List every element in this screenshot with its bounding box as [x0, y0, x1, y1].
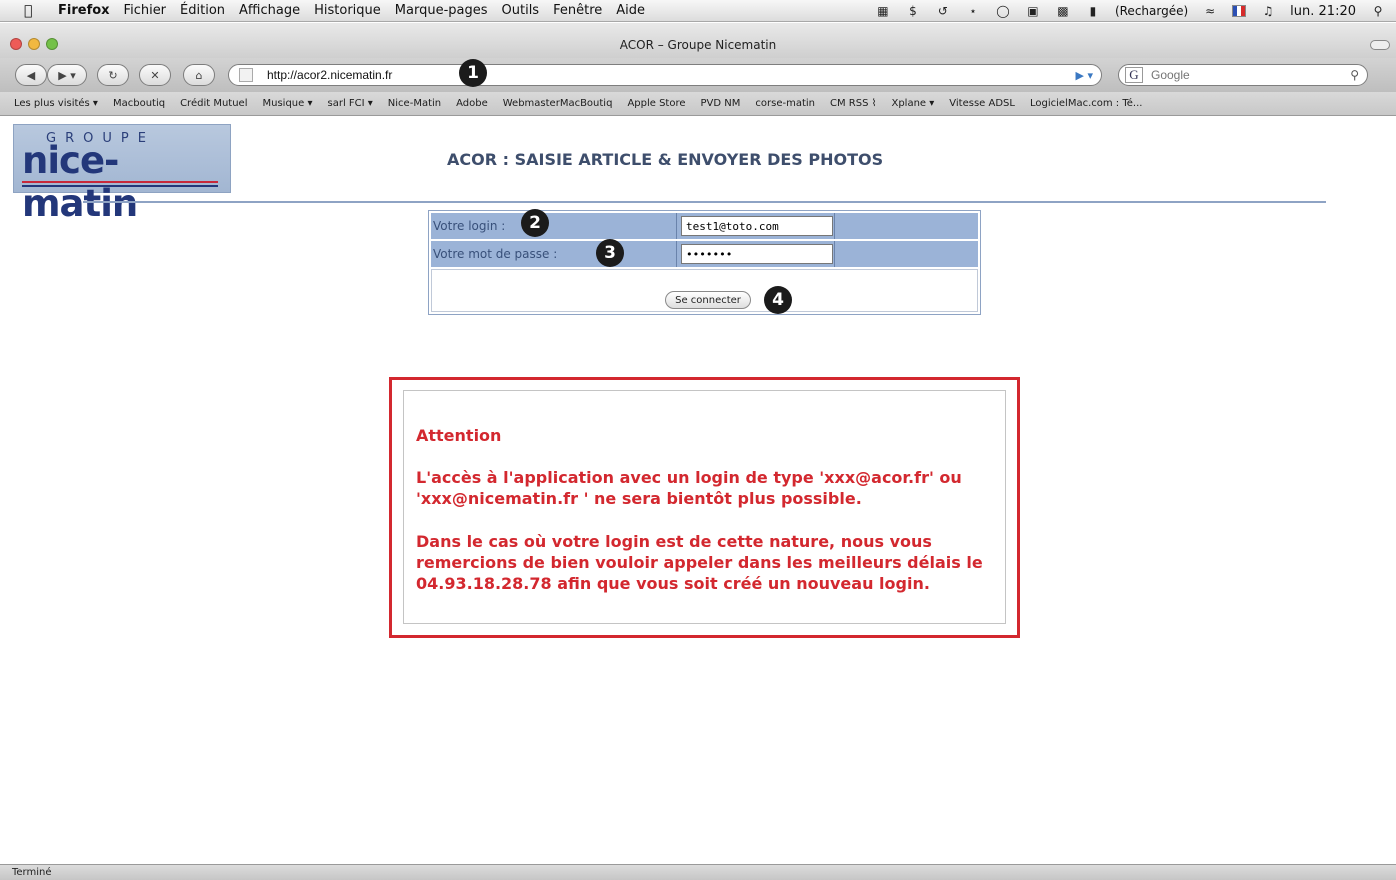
- callout-badge-1: 1: [459, 59, 487, 87]
- menu-historique[interactable]: Historique: [314, 3, 381, 18]
- bookmark-item[interactable]: corse-matin: [755, 98, 815, 109]
- page-icon: [239, 68, 253, 82]
- callout-badge-3: 3: [596, 239, 624, 267]
- bookmark-item[interactable]: WebmasterMacBoutiq: [503, 98, 613, 109]
- password-label: Votre mot de passe :: [433, 247, 558, 261]
- bookmark-item[interactable]: Musique ▾: [263, 98, 313, 109]
- notice-paragraph-1: L'accès à l'application avec un login de…: [416, 468, 962, 508]
- cell-divider: [834, 213, 835, 239]
- forward-arrow-icon: ▶ ▾: [58, 68, 76, 82]
- password-input[interactable]: [681, 244, 833, 264]
- menu-affichage[interactable]: Affichage: [239, 3, 300, 18]
- battery-icon[interactable]: ▮: [1085, 4, 1101, 18]
- status-bar: Terminé: [0, 864, 1396, 880]
- toolbar-toggle-button[interactable]: [1370, 40, 1390, 50]
- search-icon[interactable]: ⚲: [1350, 68, 1359, 82]
- logo-blue-rule: [22, 185, 218, 187]
- cell-divider: [676, 213, 677, 239]
- page-title: ACOR : SAISIE ARTICLE & ENVOYER DES PHOT…: [447, 150, 884, 169]
- submit-row: Se connecter: [431, 269, 978, 312]
- login-row: Votre login :: [431, 213, 978, 239]
- bookmark-item[interactable]: Macboutiq: [113, 98, 165, 109]
- home-button[interactable]: ⌂: [183, 64, 215, 86]
- status-menus: ▦ $ ↺ ⋆ ◯ ▣ ▩ ▮ (Rechargée) ≈ ♫ lun. 21:…: [875, 0, 1386, 22]
- reload-button[interactable]: ↻: [97, 64, 129, 86]
- back-arrow-icon: ◀: [26, 68, 36, 82]
- bluetooth-icon[interactable]: ⋆: [965, 4, 981, 18]
- notice-paragraph-2: Dans le cas où votre login est de cette …: [416, 532, 983, 593]
- login-form: Votre login : Votre mot de passe : Se co…: [428, 210, 981, 315]
- header-divider: [83, 201, 1326, 203]
- search-engine-icon[interactable]: G: [1125, 67, 1143, 83]
- apple-icon[interactable]: : [24, 3, 46, 19]
- forward-button[interactable]: ▶ ▾: [47, 64, 87, 86]
- stop-button[interactable]: ✕: [139, 64, 171, 86]
- login-input[interactable]: [681, 216, 833, 236]
- window-title: ACOR – Groupe Nicematin: [619, 38, 777, 52]
- app-status-icon[interactable]: ▦: [875, 4, 891, 18]
- volume-icon[interactable]: ♫: [1260, 4, 1276, 18]
- bookmark-item[interactable]: Adobe: [456, 98, 488, 109]
- input-flag-icon[interactable]: [1232, 5, 1247, 17]
- url-input[interactable]: [267, 68, 417, 82]
- menu-fenetre[interactable]: Fenêtre: [553, 3, 602, 18]
- menu-outils[interactable]: Outils: [502, 3, 540, 18]
- bookmark-item[interactable]: Xplane ▾: [891, 98, 934, 109]
- logo-red-rule: [22, 181, 218, 183]
- menu-fichier[interactable]: Fichier: [124, 3, 167, 18]
- attention-notice: Attention L'accès à l'application avec u…: [389, 377, 1020, 638]
- home-icon: ⌂: [195, 68, 203, 82]
- notice-heading: Attention: [416, 426, 502, 445]
- time-machine-icon[interactable]: ↺: [935, 4, 951, 18]
- login-label: Votre login :: [433, 219, 506, 233]
- clock[interactable]: lun. 21:20: [1290, 4, 1356, 19]
- search-input[interactable]: [1151, 68, 1331, 82]
- script-icon[interactable]: $: [905, 4, 921, 18]
- reload-icon: ↻: [108, 68, 118, 82]
- menu-marque-pages[interactable]: Marque-pages: [395, 3, 488, 18]
- menu-edition[interactable]: Édition: [180, 3, 225, 18]
- menu-aide[interactable]: Aide: [616, 3, 645, 18]
- search-bar[interactable]: G ⚲: [1118, 64, 1368, 86]
- battery-status[interactable]: (Rechargée): [1115, 4, 1188, 18]
- stop-icon: ✕: [150, 68, 160, 82]
- bookmark-item[interactable]: Nice-Matin: [388, 98, 441, 109]
- sync-icon[interactable]: ◯: [995, 4, 1011, 18]
- bookmark-item[interactable]: PVD NM: [701, 98, 741, 109]
- bookmark-item[interactable]: Vitesse ADSL: [949, 98, 1015, 109]
- go-arrow-icon[interactable]: ▶ ▾: [1076, 69, 1093, 82]
- bookmark-item[interactable]: CM RSS ⌇: [830, 98, 877, 109]
- bookmark-item[interactable]: sarl FCI ▾: [328, 98, 373, 109]
- menu-app-firefox[interactable]: Firefox: [58, 3, 110, 18]
- bookmark-item[interactable]: LogicielMac.com : Té...: [1030, 98, 1142, 109]
- notice-inner-box: Attention L'accès à l'application avec u…: [403, 390, 1006, 624]
- nice-matin-logo[interactable]: GROUPE nice-matin: [13, 124, 231, 225]
- callout-badge-2: 2: [521, 209, 549, 237]
- bookmark-item[interactable]: Apple Store: [627, 98, 685, 109]
- callout-badge-4: 4: [764, 286, 792, 314]
- back-button[interactable]: ◀: [15, 64, 47, 86]
- connect-button[interactable]: Se connecter: [665, 291, 751, 309]
- wifi-icon[interactable]: ≈: [1202, 4, 1218, 18]
- cell-divider: [834, 241, 835, 267]
- url-bar[interactable]: ▶ ▾: [228, 64, 1102, 86]
- cell-divider: [676, 241, 677, 267]
- status-text: Terminé: [12, 867, 52, 878]
- spaces-icon[interactable]: ▩: [1055, 4, 1071, 18]
- display-icon[interactable]: ▣: [1025, 4, 1041, 18]
- bookmark-item[interactable]: Les plus visités ▾: [14, 98, 98, 109]
- menu-bar:  Firefox Fichier Édition Affichage Hist…: [0, 0, 1396, 22]
- spotlight-icon[interactable]: ⚲: [1370, 4, 1386, 18]
- bookmarks-toolbar: Les plus visités ▾ Macboutiq Crédit Mutu…: [0, 92, 1396, 116]
- bookmark-item[interactable]: Crédit Mutuel: [180, 98, 247, 109]
- password-row: Votre mot de passe :: [431, 241, 978, 267]
